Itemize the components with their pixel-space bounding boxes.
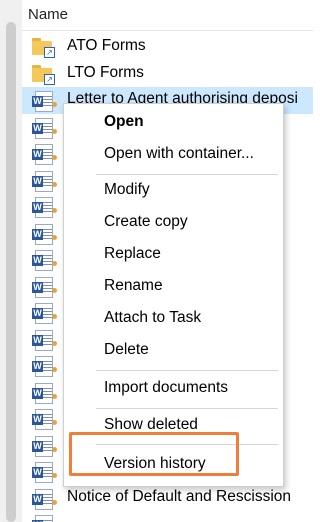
file-name: LTO Forms xyxy=(67,63,144,81)
word-document-icon: W xyxy=(32,356,54,377)
word-document-icon: W xyxy=(32,329,54,351)
menu-item-open-with-container[interactable]: Open with container... xyxy=(104,145,254,163)
word-document-icon: W xyxy=(32,382,54,404)
word-document-icon: W xyxy=(32,170,54,192)
menu-item-create-copy[interactable]: Create copy xyxy=(104,213,188,231)
menu-item-modify[interactable]: Modify xyxy=(104,181,150,199)
menu-separator xyxy=(96,370,278,371)
word-document-icon: W xyxy=(32,197,54,218)
file-name: Notice of Default and Rescission xyxy=(67,487,292,505)
word-document-icon: W xyxy=(32,462,54,483)
vertical-scrollbar[interactable] xyxy=(0,0,22,522)
menu-item-attach-to-task[interactable]: Attach to Task xyxy=(104,309,201,327)
word-document-icon: W xyxy=(32,250,54,271)
file-row[interactable]: W Notice of Default and Rescission xyxy=(22,485,313,512)
menu-item-delete[interactable]: Delete xyxy=(104,341,149,359)
folder-shortcut-icon: ↗ xyxy=(32,38,55,58)
menu-item-open[interactable]: Open xyxy=(104,113,144,131)
word-document-icon: W xyxy=(32,515,54,522)
scrollbar-thumb[interactable] xyxy=(6,22,16,522)
word-document-icon: W xyxy=(32,435,54,457)
column-header[interactable]: Name xyxy=(22,0,313,31)
word-document-icon: W xyxy=(32,117,54,139)
folder-row[interactable]: ↗ LTO Forms xyxy=(22,61,313,88)
word-document-icon: W xyxy=(32,303,54,324)
menu-item-replace[interactable]: Replace xyxy=(104,245,161,263)
menu-item-rename[interactable]: Rename xyxy=(104,277,163,295)
menu-separator xyxy=(96,408,278,409)
folder-row[interactable]: ↗ ATO Forms xyxy=(22,34,313,61)
word-document-icon: W xyxy=(32,223,54,245)
file-name: ATO Forms xyxy=(67,37,146,54)
name-column-label[interactable]: Name xyxy=(28,6,68,23)
menu-separator xyxy=(96,174,278,175)
file-row[interactable]: W xyxy=(22,511,313,522)
word-document-icon: W xyxy=(32,488,54,510)
version-history-highlight-box xyxy=(69,432,239,476)
word-document-icon: W xyxy=(32,91,54,112)
menu-item-import-documents[interactable]: Import documents xyxy=(104,379,228,397)
word-document-icon: W xyxy=(32,276,54,298)
context-menu: Open Open with container... Modify Creat… xyxy=(63,103,284,487)
word-document-icon: W xyxy=(32,409,54,430)
file-list-pane: Name ↗ ATO Forms ↗ LTO Forms W Letter to Agen… xyxy=(0,0,313,522)
folder-shortcut-icon: ↗ xyxy=(32,64,55,85)
word-document-icon: W xyxy=(32,144,54,165)
